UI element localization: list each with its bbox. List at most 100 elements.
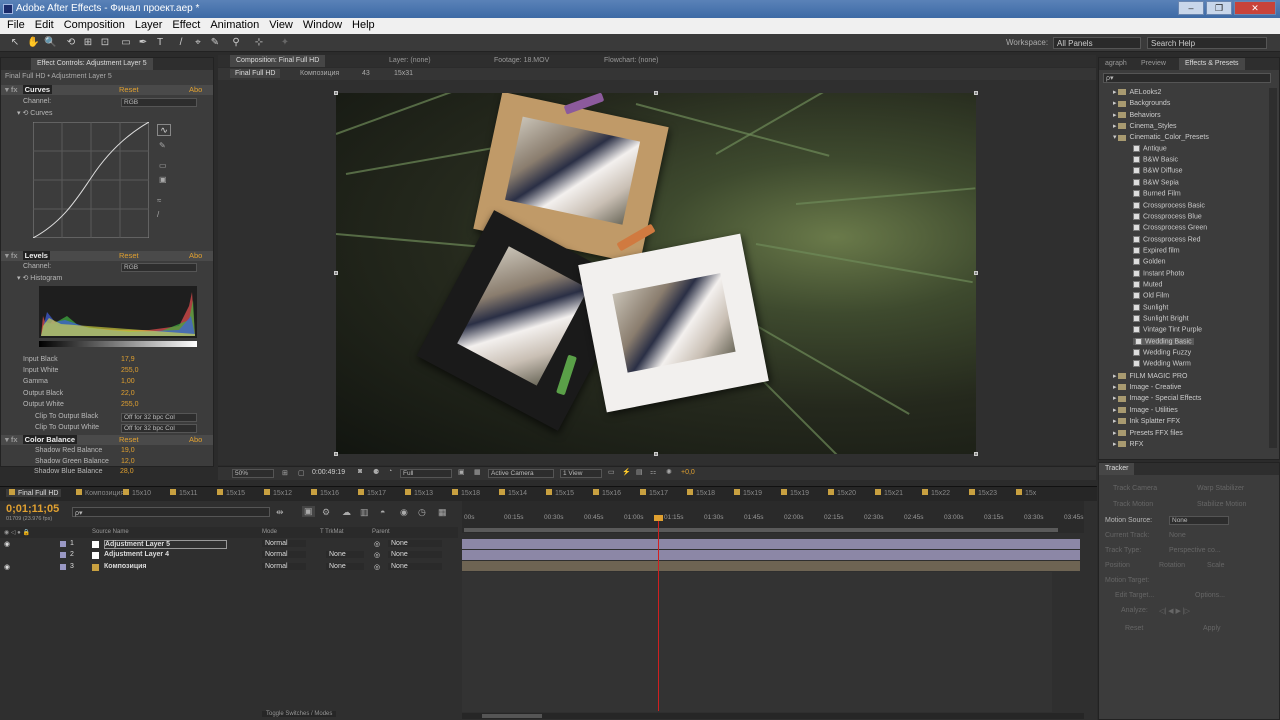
bbox-handle[interactable] [974, 271, 978, 275]
pencil-icon[interactable]: ✎ [159, 141, 166, 150]
track-camera-button[interactable]: Track Camera [1113, 485, 1157, 492]
comp-mini-flowchart-icon[interactable]: ⇹ [276, 507, 284, 518]
close-button[interactable]: ✕ [1234, 1, 1276, 15]
curves-channel-select[interactable]: RGB [121, 98, 197, 107]
breadcrumb-43[interactable]: 43 [362, 70, 370, 77]
layer-trkmat-select[interactable]: None [326, 562, 364, 570]
layer-parent-select[interactable]: None [388, 562, 442, 570]
hand-tool-icon[interactable]: ✋ [27, 38, 39, 48]
analyze-controls-icon[interactable]: ◁| ◀ ▶ |▷ [1159, 607, 1190, 615]
effects-tree-item[interactable]: ▾ Cinematic_Color_Presets [1113, 133, 1209, 141]
track-motion-button[interactable]: Track Motion [1113, 501, 1153, 508]
param-gamma-value[interactable]: 1,00 [121, 378, 135, 385]
snapshot-camera-icon[interactable]: ◙ [358, 468, 362, 475]
position-checkbox[interactable]: Position [1105, 562, 1130, 569]
reset-button[interactable]: Reset [1125, 625, 1143, 632]
selection-tool-icon[interactable]: ↖ [10, 38, 20, 48]
scale-checkbox[interactable]: Scale [1207, 562, 1225, 569]
pan-behind-tool-icon[interactable]: ⊡ [100, 38, 110, 48]
bbox-handle[interactable] [654, 452, 658, 456]
effects-tree-item[interactable]: ▸ Ink Splatter FFX [1113, 417, 1180, 425]
parent-pickwhip-icon[interactable]: ◎ [374, 563, 380, 571]
shadow-red-value[interactable]: 19,0 [121, 447, 135, 454]
tab-footage[interactable]: Footage: 18.MOV [488, 55, 555, 67]
toggle-pixel-aspect-icon[interactable]: ▭ [608, 468, 615, 476]
effects-tree-item[interactable]: Crossprocess Basic [1133, 201, 1205, 209]
axis-mode-icon[interactable]: ✦ [280, 38, 290, 48]
effects-tree-item[interactable]: Sunlight [1133, 303, 1168, 311]
layer-mode-select[interactable]: Normal [262, 562, 306, 570]
views-select[interactable]: 1 View [560, 469, 602, 478]
tab-layer[interactable]: Layer: (none) [383, 55, 437, 67]
smooth-icon[interactable]: ≈ [157, 196, 161, 205]
render-icon[interactable]: ▦ [438, 507, 447, 518]
layer-bar-1[interactable] [462, 539, 1080, 549]
effects-tree-item[interactable]: Crossprocess Blue [1133, 212, 1202, 220]
tab-preview[interactable]: Preview [1135, 58, 1172, 70]
exposure-icon[interactable]: ✺ [666, 468, 672, 476]
hide-shy-layers-icon[interactable]: ☁ [342, 507, 351, 518]
draft-3d-icon[interactable]: ⚙ [322, 507, 330, 518]
param-output-white-value[interactable]: 255,0 [121, 401, 139, 408]
col-parent[interactable]: Parent [372, 529, 390, 535]
breadcrumb-composition[interactable]: Композиция [300, 70, 339, 77]
effects-tree-item[interactable]: B&W Sepia [1133, 178, 1179, 186]
effects-tree-item[interactable]: Muted [1133, 280, 1162, 288]
roto-brush-tool-icon[interactable]: ⚲ [231, 38, 241, 48]
tab-composition[interactable]: Composition: Final Full HD [230, 55, 326, 67]
zoom-select[interactable]: 50% [232, 469, 274, 478]
effects-scrollbar[interactable] [1269, 88, 1277, 448]
timeline-tab[interactable]: 15x16 [593, 489, 621, 497]
edit-target-button[interactable]: Edit Target... [1115, 592, 1154, 599]
effects-tree-item[interactable]: ▸ Behaviors [1113, 111, 1161, 119]
timeline-tab[interactable]: 15x11 [170, 489, 198, 497]
color-balance-effect-header[interactable]: ▾ fx Color Balance Reset Abo [1, 435, 213, 445]
bbox-handle[interactable] [334, 271, 338, 275]
param-output-black-value[interactable]: 22,0 [121, 390, 135, 397]
clone-stamp-tool-icon[interactable]: ⌖ [193, 38, 203, 48]
pen-tool-icon[interactable]: ✒ [138, 38, 148, 48]
maximize-button[interactable]: ❐ [1206, 1, 1232, 15]
menu-layer[interactable]: Layer [130, 18, 168, 34]
levels-effect-header[interactable]: ▾ fx Levels Reset Abo [1, 251, 213, 261]
label-color-swatch[interactable] [60, 563, 66, 570]
grid-toggle-icon[interactable]: ⊞ [282, 469, 288, 477]
toggle-switches-modes-button[interactable]: Toggle Switches / Modes [262, 711, 337, 717]
levels-reset-link[interactable]: Reset [119, 251, 139, 260]
layer-bar-2[interactable] [462, 550, 1080, 560]
frame-blending-icon[interactable]: ▥ [360, 507, 369, 518]
rectangle-tool-icon[interactable]: ▭ [121, 38, 131, 48]
timeline-tab[interactable]: 15x10 [123, 489, 151, 497]
playhead-handle[interactable] [653, 515, 663, 521]
show-snapshot-icon[interactable]: ⚈ [373, 468, 379, 476]
effects-tree-item[interactable]: Old Film [1133, 292, 1169, 300]
search-help-input[interactable]: Search Help [1147, 37, 1267, 49]
motion-source-select[interactable]: None [1169, 516, 1229, 525]
timeline-tab[interactable]: 15x20 [828, 489, 856, 497]
current-track-select[interactable]: None [1169, 532, 1186, 539]
menu-help[interactable]: Help [347, 18, 380, 34]
fast-preview-icon[interactable]: ⚡ [622, 468, 631, 476]
effects-tree-item[interactable]: ▸ RFX [1113, 440, 1143, 448]
bbox-handle[interactable] [334, 91, 338, 95]
clip-black-select[interactable]: Off for 32 bpc Col [121, 413, 197, 422]
brainstorm-icon[interactable]: ◉ [400, 507, 408, 518]
levels-about-link[interactable]: Abo [189, 251, 202, 260]
curves-effect-header[interactable]: ▾ fx Curves Reset Abo [1, 85, 213, 95]
label-color-swatch[interactable] [60, 541, 66, 547]
rotate-tool-icon[interactable]: ⟲ [66, 38, 76, 48]
timeline-tab[interactable]: 15x17 [358, 489, 386, 497]
visibility-eye-icon[interactable]: ◉ [4, 540, 10, 548]
tab-paragraph[interactable]: agraph [1099, 58, 1133, 70]
col-source-name[interactable]: Source Name [92, 529, 129, 535]
output-gradient-bar[interactable] [39, 341, 197, 347]
timeline-tab[interactable]: 15x19 [734, 489, 762, 497]
effects-tree-item[interactable]: Sunlight Bright [1133, 315, 1189, 322]
effects-tree-item[interactable]: Crossprocess Green [1133, 224, 1207, 232]
warp-stabilizer-button[interactable]: Warp Stabilizer [1197, 485, 1244, 492]
curves-graph[interactable] [33, 122, 149, 238]
timeline-zoom-slider[interactable] [462, 713, 1084, 719]
minimize-button[interactable]: – [1178, 1, 1204, 15]
camera-select[interactable]: Active Camera [488, 469, 554, 478]
layer-mode-select[interactable]: Normal [262, 551, 306, 559]
